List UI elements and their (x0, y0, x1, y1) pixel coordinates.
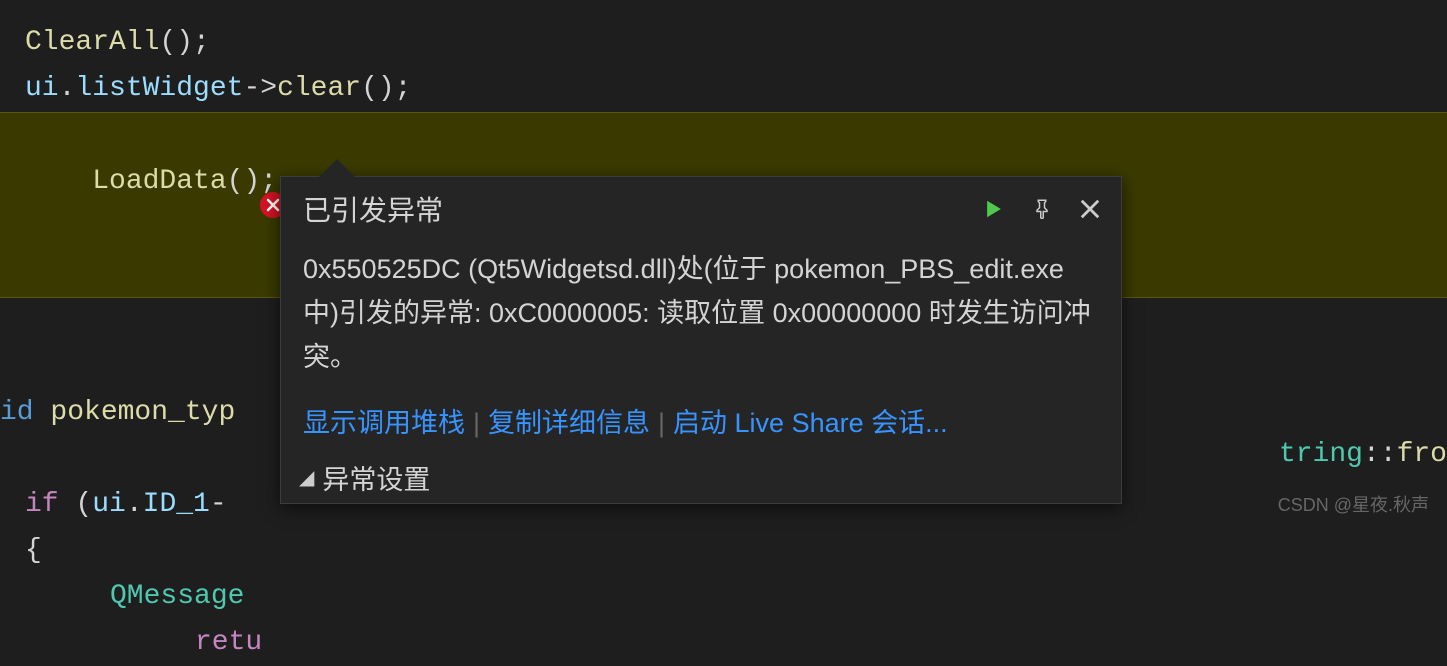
live-share-link[interactable]: 启动 Live Share 会话... (673, 408, 948, 438)
exception-settings-label: 异常设置 (322, 458, 430, 497)
continue-icon[interactable] (981, 196, 1007, 222)
popup-actions (981, 196, 1103, 222)
separator: | (658, 408, 665, 438)
close-icon[interactable] (1077, 196, 1103, 222)
popup-header: 已引发异常 (281, 177, 1121, 237)
popup-footer[interactable]: ◢ 异常设置 (281, 452, 1121, 503)
code-line: QMessage (0, 574, 1447, 620)
exception-popup: 已引发异常 0x550525DC (Qt5Widgetsd.dll)处(位于 p… (280, 176, 1122, 504)
code-line: ClearAll(); (0, 20, 1447, 66)
watermark: CSDN @星夜.秋声 (1278, 491, 1429, 517)
code-line: retu (0, 620, 1447, 666)
exception-message: 0x550525DC (Qt5Widgetsd.dll)处(位于 pokemon… (281, 237, 1121, 393)
fn-call: ClearAll (25, 27, 159, 58)
show-callstack-link[interactable]: 显示调用堆栈 (303, 408, 465, 438)
copy-details-link[interactable]: 复制详细信息 (488, 408, 650, 438)
pin-icon[interactable] (1029, 196, 1055, 222)
code-line: ui.listWidget->clear(); (0, 66, 1447, 112)
disclosure-icon[interactable]: ◢ (299, 465, 314, 490)
popup-links: 显示调用堆栈 | 复制详细信息 | 启动 Live Share 会话... (281, 393, 1121, 452)
code-line: { (0, 528, 1447, 574)
popup-title: 已引发异常 (303, 189, 981, 229)
separator: | (473, 408, 480, 438)
code-fragment: tring::fro (1279, 432, 1447, 478)
